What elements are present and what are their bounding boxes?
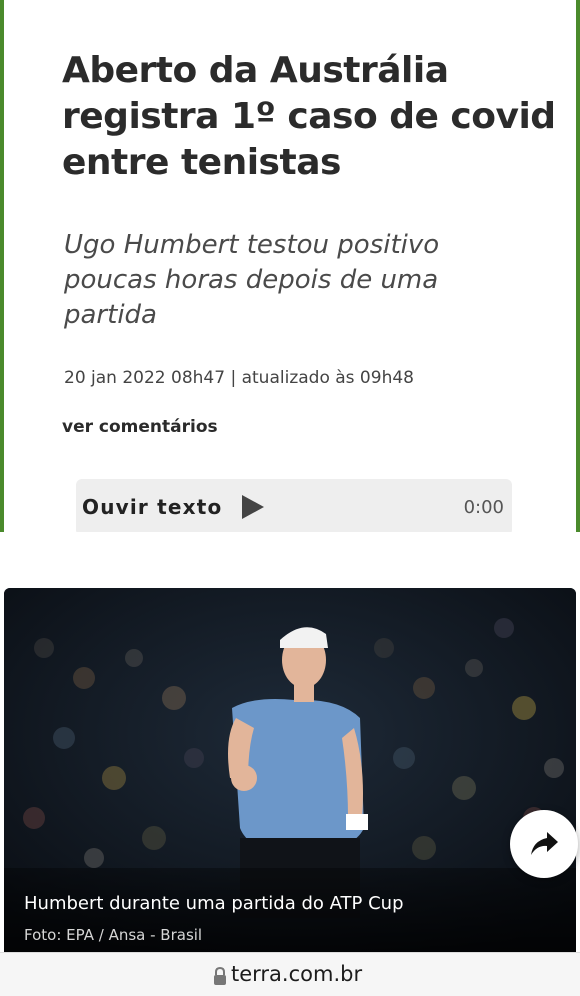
article-photo[interactable]: Humbert durante uma partida do ATP Cup F…	[4, 588, 576, 952]
share-icon	[529, 830, 559, 858]
play-icon[interactable]	[240, 494, 266, 520]
article-date: 20 jan 2022 08h47 | atualizado às 09h48	[64, 368, 414, 388]
lock-icon	[213, 966, 227, 985]
spacer	[0, 532, 580, 588]
browser-address-bar[interactable]: terra.com.br	[0, 952, 580, 996]
audio-label: Ouvir texto	[82, 495, 223, 519]
url-text[interactable]: terra.com.br	[231, 962, 362, 986]
photo-credit: Foto: EPA / Ansa - Brasil	[24, 926, 203, 944]
comments-link[interactable]: ver comentários	[62, 417, 218, 437]
article-title: Aberto da Austrália registra 1º caso de …	[62, 50, 556, 183]
article-header: Aberto da Austrália registra 1º caso de …	[0, 0, 580, 536]
share-button[interactable]	[510, 810, 578, 878]
audio-time: 0:00	[463, 497, 504, 518]
audio-player[interactable]: Ouvir texto 0:00	[76, 479, 512, 536]
photo-caption: Humbert durante uma partida do ATP Cup	[24, 893, 404, 914]
article-subtitle: Ugo Humbert testou positivo poucas horas…	[64, 230, 440, 330]
